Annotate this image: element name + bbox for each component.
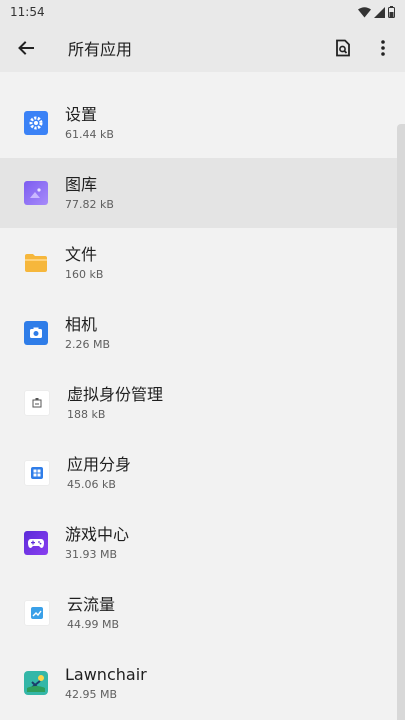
document-search-icon	[336, 39, 350, 57]
battery-icon	[388, 6, 395, 18]
app-bar: 所有应用	[0, 24, 405, 72]
app-name: 设置	[65, 104, 98, 124]
lawnchair-icon	[24, 671, 48, 695]
app-size: 45.06 kB	[67, 477, 116, 491]
wifi-icon	[358, 6, 371, 17]
search-app-button[interactable]	[323, 24, 363, 72]
app-name: 图库	[65, 174, 98, 194]
status-icons	[358, 6, 395, 18]
gallery-icon	[24, 181, 48, 205]
scrollbar[interactable]	[397, 124, 405, 720]
app-row-app-clone[interactable]: 应用分身 45.06 kB	[0, 438, 405, 508]
app-name: 应用分身	[67, 454, 132, 474]
app-size: 2.26 MB	[65, 337, 111, 351]
back-button[interactable]	[2, 24, 50, 72]
app-clone-icon	[24, 460, 50, 486]
app-row-camera[interactable]: 相机 2.26 MB	[0, 298, 405, 368]
status-bar: 11:54	[0, 0, 405, 24]
cloud-traffic-icon	[24, 600, 50, 626]
more-vert-icon	[381, 40, 385, 56]
app-list: 设置 61.44 kB 图库 77.82 kB 文件 160 kB 相机 2.2…	[0, 88, 405, 718]
app-name: 文件	[65, 244, 98, 264]
app-size: 77.82 kB	[65, 197, 114, 211]
signal-icon	[374, 6, 385, 18]
arrow-back-icon	[18, 41, 34, 55]
page-title: 所有应用	[68, 40, 133, 59]
virtual-identity-icon	[24, 390, 50, 416]
app-row-lawnchair[interactable]: Lawnchair 42.95 MB	[0, 648, 405, 718]
gamepad-icon	[24, 531, 48, 555]
more-options-button[interactable]	[363, 24, 403, 72]
settings-gear-icon	[24, 111, 48, 135]
status-time: 11:54	[10, 5, 45, 19]
app-size: 188 kB	[67, 407, 106, 421]
app-row-files[interactable]: 文件 160 kB	[0, 228, 405, 298]
app-name: Lawnchair	[65, 664, 147, 684]
camera-icon	[24, 321, 48, 345]
app-size: 61.44 kB	[65, 127, 114, 141]
app-size: 44.99 MB	[67, 617, 120, 631]
app-name: 云流量	[67, 594, 116, 614]
app-row-gallery[interactable]: 图库 77.82 kB	[0, 158, 405, 228]
app-row-game-center[interactable]: 游戏中心 31.93 MB	[0, 508, 405, 578]
app-row-virtual-identity[interactable]: 虚拟身份管理 188 kB	[0, 368, 405, 438]
app-size: 160 kB	[65, 267, 104, 281]
app-size: 42.95 MB	[65, 687, 118, 701]
app-row-settings[interactable]: 设置 61.44 kB	[0, 88, 405, 158]
app-row-cloud-traffic[interactable]: 云流量 44.99 MB	[0, 578, 405, 648]
app-name: 游戏中心	[65, 524, 130, 544]
app-size: 31.93 MB	[65, 547, 118, 561]
app-name: 相机	[65, 314, 98, 334]
folder-icon	[24, 251, 48, 275]
app-name: 虚拟身份管理	[67, 384, 164, 404]
